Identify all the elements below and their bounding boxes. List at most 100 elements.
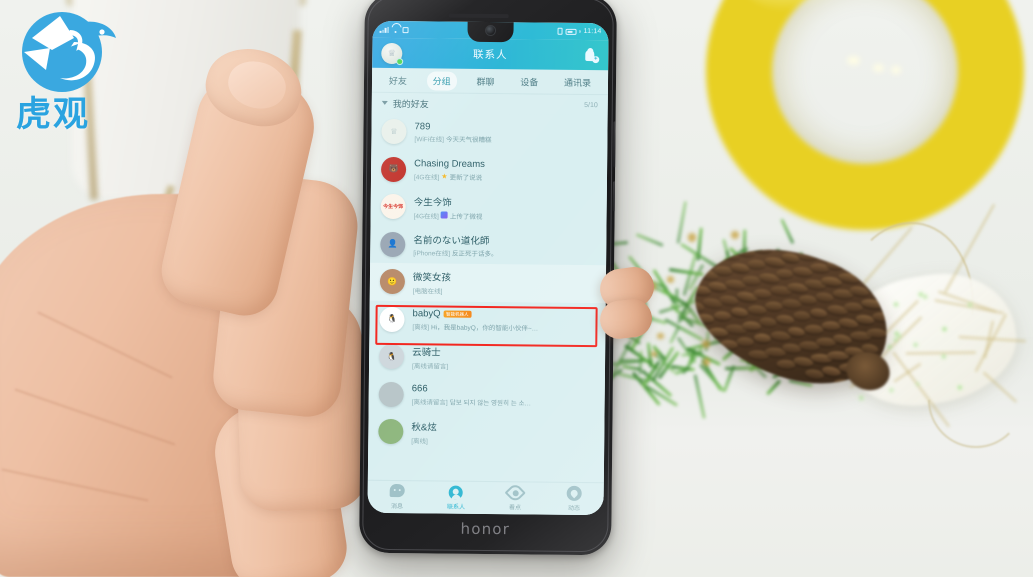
contact-row[interactable]: 今生今饰 今生今饰 [4G在线] 上传了微视 xyxy=(371,188,607,228)
contact-status: [电脑在线] xyxy=(413,285,443,295)
photo-scene: 11:14 ♕ 联系人 + 好友 分组群聊 设备 通讯录 我的好友 5/10 ♕… xyxy=(0,0,1033,577)
star-badge-icon: ★ xyxy=(441,172,447,180)
tab-4[interactable]: 设备 xyxy=(514,72,544,91)
contact-subtitle: [离线请留言] 담보 되지 않는 영원히 는 소… xyxy=(412,396,595,408)
contact-row[interactable]: ♕ 789 [WiFi在线] 今天天气很糟糕 xyxy=(371,113,607,153)
contact-info: 666 [离线请留言] 담보 되지 않는 영원히 는 소… xyxy=(412,383,595,407)
channel-watermark: 虎观 xyxy=(10,8,130,134)
contact-row[interactable]: 🐧 babyQ 智能机器人 [离线] Hi，我是babyQ，你的智能小伙伴~… xyxy=(369,300,605,340)
contact-name: babyQ 智能机器人 xyxy=(413,308,596,321)
contact-name: 666 xyxy=(412,383,595,396)
nav-item-4[interactable]: 动态 xyxy=(545,486,604,512)
contact-status: [4G在线] xyxy=(414,210,439,220)
contact-avatar[interactable]: 今生今饰 xyxy=(381,194,406,219)
contact-subtitle: [iPhone在线] 反正死于话多。 xyxy=(413,247,596,259)
contact-name-text: babyQ xyxy=(413,308,441,319)
contact-avatar[interactable]: 🐧 xyxy=(379,344,404,369)
contact-avatar[interactable]: 🐻 xyxy=(381,157,406,182)
contact-avatar[interactable] xyxy=(378,419,403,444)
earpiece-speaker xyxy=(449,14,509,19)
contact-name-text: 666 xyxy=(412,383,428,394)
contact-subtitle: [4G在线] ★ 更新了说说 xyxy=(414,171,597,183)
contact-status: [离线请留言] xyxy=(412,396,448,406)
contact-name-text: 789 xyxy=(414,121,430,132)
contact-status: [离线] xyxy=(411,435,428,445)
contact-name-text: 云骑士 xyxy=(412,344,441,358)
contact-status: [iPhone在线] xyxy=(413,247,450,257)
group-name: 我的好友 xyxy=(393,96,429,109)
online-dot xyxy=(396,58,403,65)
nav-label: 动态 xyxy=(568,503,580,512)
eye-icon xyxy=(508,485,523,500)
status-bar-clock: 11:14 xyxy=(584,28,602,35)
tab-bar: 好友 分组 群聊 设备 通讯录 xyxy=(372,68,608,95)
contact-signature: 更新了说说 xyxy=(450,171,483,181)
contact-info: 秋&炫 [离线] xyxy=(411,419,594,446)
group-header[interactable]: 我的好友 5/10 xyxy=(372,93,608,115)
contact-name: 789 xyxy=(414,121,597,134)
avatar-glyph: ♕ xyxy=(388,48,396,57)
chevron-down-icon[interactable] xyxy=(382,101,388,105)
contact-avatar[interactable]: ♕ xyxy=(381,119,406,144)
contact-row[interactable]: 👤 名前のない道化師 [iPhone在线] 反正死于话多。 xyxy=(370,225,606,265)
contact-name-text: 秋&炫 xyxy=(411,419,436,433)
tab-3[interactable]: 群聊 xyxy=(470,71,500,90)
device-brand-logo: honor xyxy=(359,519,611,540)
front-camera xyxy=(485,25,496,36)
nav-item-1[interactable]: 消息 xyxy=(368,484,427,510)
nav-label: 看点 xyxy=(509,502,521,511)
contact-list[interactable]: ♕ 789 [WiFi在线] 今天天气很糟糕 🐻 Chasing Dreams [4G在线]… xyxy=(368,113,608,482)
tab-1[interactable]: 好友 xyxy=(383,70,413,89)
contact-info: babyQ 智能机器人 [离线] Hi，我是babyQ，你的智能小伙伴~… xyxy=(412,308,595,332)
contact-avatar[interactable]: 🐧 xyxy=(379,307,404,332)
contact-info: 名前のない道化師 [iPhone在线] 反正死于话多。 xyxy=(413,232,596,259)
contact-info: 今生今饰 [4G在线] 上传了微视 xyxy=(414,194,597,221)
contact-info: 云骑士 [离线请留言] xyxy=(412,344,595,371)
contact-avatar[interactable]: 👤 xyxy=(380,232,405,257)
signal-bars-icon xyxy=(380,26,389,32)
contact-name: 今生今饰 xyxy=(414,194,597,210)
tiger-logo xyxy=(16,8,120,96)
contact-name: 微笑女孩 xyxy=(413,269,596,285)
contact-name-text: 微笑女孩 xyxy=(413,269,451,283)
contact-subtitle: [电脑在线] xyxy=(413,285,596,297)
sim-card-icon xyxy=(557,28,562,35)
phone-screen: 11:14 ♕ 联系人 + 好友 分组群聊 设备 通讯录 我的好友 5/10 ♕… xyxy=(367,21,608,515)
nav-item-3[interactable]: 看点 xyxy=(486,485,545,511)
contacts-icon xyxy=(449,485,464,500)
contact-info: Chasing Dreams [4G在线] ★ 更新了说说 xyxy=(414,158,597,182)
tab-5[interactable]: 通讯录 xyxy=(558,72,597,91)
dynamic-icon xyxy=(567,486,582,501)
contact-avatar[interactable]: 🙂 xyxy=(380,269,405,294)
contact-subtitle: [离线请留言] xyxy=(412,360,595,372)
tab-2[interactable]: 分组 xyxy=(427,71,457,90)
contact-signature: 今天天气很糟糕 xyxy=(446,134,492,144)
contact-signature: Hi，我是babyQ，你的智能小伙伴~… xyxy=(431,321,538,332)
contact-status: [WiFi在线] xyxy=(414,133,444,143)
contact-row[interactable]: 🙂 微笑女孩 [电脑在线] xyxy=(370,263,606,303)
contact-signature: 담보 되지 않는 영원히 는 소… xyxy=(450,396,531,407)
contact-avatar[interactable] xyxy=(379,382,404,407)
contact-subtitle: [4G在线] 上传了微视 xyxy=(414,210,597,222)
message-icon xyxy=(390,484,405,499)
weishi-badge-icon xyxy=(441,212,448,219)
group-count: 5/10 xyxy=(584,101,598,108)
robot-badge: 智能机器人 xyxy=(444,311,472,318)
contact-status: [离线] xyxy=(412,321,429,331)
battery-icon xyxy=(565,28,576,34)
contact-row[interactable]: 🐧 云骑士 [离线请留言] xyxy=(369,338,605,378)
contact-subtitle: [离线] Hi，我是babyQ，你的智能小伙伴~… xyxy=(412,321,595,333)
nav-item-2[interactable]: 联系人 xyxy=(427,485,486,511)
qq-app: 11:14 ♕ 联系人 + 好友 分组群聊 设备 通讯录 我的好友 5/10 ♕… xyxy=(367,21,608,515)
bottom-nav: 消息 联系人看点 动态 xyxy=(367,480,603,515)
contact-row[interactable]: 🐻 Chasing Dreams [4G在线] ★ 更新了说说 xyxy=(371,150,607,190)
contact-signature: 上传了微视 xyxy=(450,210,483,220)
contact-row[interactable]: 666 [离线请留言] 담보 되지 않는 영원히 는 소… xyxy=(369,375,605,415)
contact-signature: 反正死于话多。 xyxy=(452,248,498,258)
contact-name: 秋&炫 xyxy=(411,419,594,435)
contact-name: Chasing Dreams xyxy=(414,158,597,171)
add-friend-icon[interactable]: + xyxy=(584,47,599,62)
contact-name-text: 今生今饰 xyxy=(414,194,452,208)
contact-name: 名前のない道化師 xyxy=(413,232,596,248)
contact-row[interactable]: 秋&炫 [离线] xyxy=(368,413,604,453)
